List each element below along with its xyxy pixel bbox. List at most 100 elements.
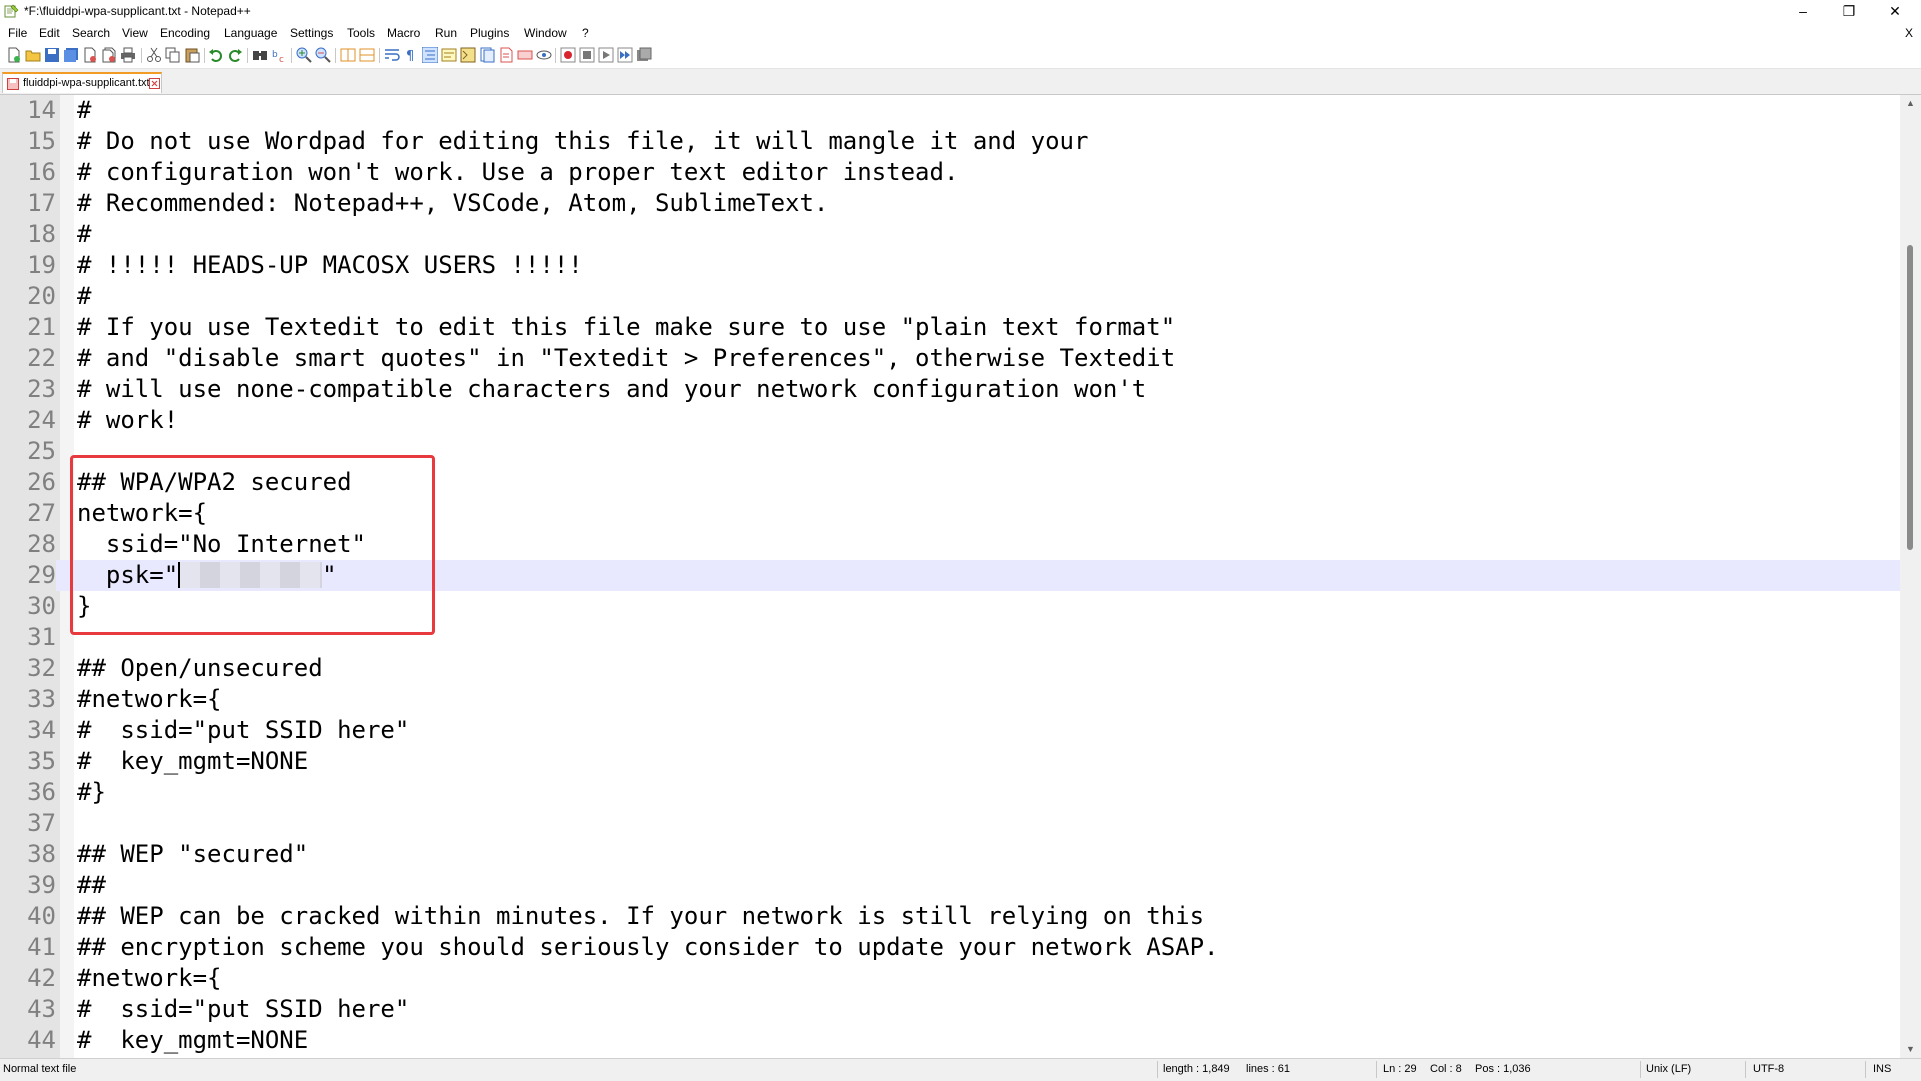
- code-line[interactable]: 42 #network={: [0, 963, 1900, 994]
- code-line[interactable]: 38 ## WEP "secured": [0, 839, 1900, 870]
- line-number: 18: [27, 220, 56, 248]
- print-icon[interactable]: [120, 47, 136, 63]
- save-all-icon[interactable]: [63, 47, 79, 63]
- run-macro-multiple-icon[interactable]: [617, 47, 633, 63]
- scrollbar-thumb[interactable]: [1907, 245, 1913, 550]
- save-icon[interactable]: [44, 47, 60, 63]
- code-line[interactable]: 36 #}: [0, 777, 1900, 808]
- code-line[interactable]: 19 # !!!!! HEADS-UP MACOSX USERS !!!!!: [0, 250, 1900, 281]
- line-text: # If you use Textedit to edit this file …: [77, 313, 1176, 341]
- menu-plugins[interactable]: Plugins: [470, 26, 509, 40]
- code-line[interactable]: 37: [0, 808, 1900, 839]
- monitoring-icon[interactable]: [517, 47, 533, 63]
- menu-run[interactable]: Run: [435, 26, 457, 40]
- line-number: 19: [27, 251, 56, 279]
- status-ln: Ln : 29: [1383, 1063, 1417, 1075]
- code-line[interactable]: 32 ## Open/unsecured: [0, 653, 1900, 684]
- undo-icon[interactable]: [208, 47, 224, 63]
- word-wrap-icon[interactable]: [384, 47, 400, 63]
- cut-icon[interactable]: [146, 47, 162, 63]
- code-line[interactable]: 35 # key_mgmt=NONE: [0, 746, 1900, 777]
- redo-icon[interactable]: [227, 47, 243, 63]
- new-file-icon[interactable]: [6, 47, 22, 63]
- menu-encoding[interactable]: Encoding: [160, 26, 210, 40]
- line-number: 15: [27, 127, 56, 155]
- line-number: 37: [27, 809, 56, 837]
- menu-file[interactable]: File: [8, 26, 27, 40]
- menu-search[interactable]: Search: [72, 26, 110, 40]
- close-file-icon[interactable]: [82, 47, 98, 63]
- tab-bar: fluiddpi-wpa-supplicant.txt: [0, 69, 1921, 95]
- status-separator: [1640, 1061, 1641, 1078]
- menu-window[interactable]: Window: [524, 26, 567, 40]
- tab-fluiddpi-wpa-supplicant[interactable]: fluiddpi-wpa-supplicant.txt: [2, 72, 162, 93]
- code-line[interactable]: 34 # ssid="put SSID here": [0, 715, 1900, 746]
- save-macro-icon[interactable]: [636, 47, 652, 63]
- user-defined-language-icon[interactable]: [441, 47, 457, 63]
- code-line[interactable]: 16 # configuration won't work. Use a prop…: [0, 157, 1900, 188]
- annotation-highlight-box: [70, 455, 435, 635]
- code-line[interactable]: 15 # Do not use Wordpad for editing this …: [0, 126, 1900, 157]
- play-macro-icon[interactable]: [598, 47, 614, 63]
- toolbar-separator: [204, 48, 205, 63]
- code-line[interactable]: 40 ## WEP can be cracked within minutes. …: [0, 901, 1900, 932]
- stop-macro-icon[interactable]: [579, 47, 595, 63]
- menu-tools[interactable]: Tools: [347, 26, 375, 40]
- code-line[interactable]: 22 # and "disable smart quotes" in "Texte…: [0, 343, 1900, 374]
- menu-language[interactable]: Language: [224, 26, 277, 40]
- zoom-in-icon[interactable]: [296, 47, 312, 63]
- code-line[interactable]: 43 # ssid="put SSID here": [0, 994, 1900, 1025]
- menu-macro[interactable]: Macro: [387, 26, 420, 40]
- show-all-characters-icon[interactable]: ¶: [403, 47, 419, 63]
- function-list-icon[interactable]: [479, 47, 495, 63]
- vertical-scrollbar[interactable]: ▲ ▼: [1900, 95, 1921, 1058]
- eye-icon[interactable]: [536, 47, 552, 63]
- folder-as-workspace-icon[interactable]: [498, 47, 514, 63]
- zoom-out-icon[interactable]: [315, 47, 331, 63]
- line-text: # configuration won't work. Use a proper…: [77, 158, 959, 186]
- status-length: length : 1,849: [1163, 1063, 1230, 1075]
- code-line[interactable]: 39 ##: [0, 870, 1900, 901]
- code-line[interactable]: 44 # key_mgmt=NONE: [0, 1025, 1900, 1056]
- line-text: ##: [77, 871, 106, 899]
- code-line[interactable]: 33 #network={: [0, 684, 1900, 715]
- paste-icon[interactable]: [184, 47, 200, 63]
- code-line[interactable]: 21 # If you use Textedit to edit this fil…: [0, 312, 1900, 343]
- scroll-up-arrow-icon[interactable]: ▲: [1900, 95, 1921, 112]
- code-line[interactable]: 18 #: [0, 219, 1900, 250]
- sync-horizontal-scroll-icon[interactable]: [359, 47, 375, 63]
- line-text: #}: [77, 778, 106, 806]
- editor-area[interactable]: 14 # 15 # Do not use Wordpad for editing t…: [0, 95, 1900, 1058]
- replace-icon[interactable]: bc: [271, 47, 287, 63]
- menu-help[interactable]: ?: [582, 26, 589, 40]
- scroll-down-arrow-icon[interactable]: ▼: [1900, 1041, 1921, 1058]
- close-all-icon[interactable]: [101, 47, 117, 63]
- status-pos: Pos : 1,036: [1475, 1063, 1531, 1075]
- line-text: # and "disable smart quotes" in "Textedi…: [77, 344, 1176, 372]
- menu-settings[interactable]: Settings: [290, 26, 333, 40]
- close-window-button[interactable]: ✕: [1872, 0, 1918, 22]
- sync-vertical-scroll-icon[interactable]: [340, 47, 356, 63]
- close-document-button[interactable]: X: [1905, 26, 1913, 40]
- code-line[interactable]: 14 #: [0, 95, 1900, 126]
- record-macro-icon[interactable]: [560, 47, 576, 63]
- code-line[interactable]: 20 #: [0, 281, 1900, 312]
- tab-close-icon[interactable]: [149, 78, 160, 89]
- line-text: # Recommended: Notepad++, VSCode, Atom, …: [77, 189, 829, 217]
- find-icon[interactable]: [252, 47, 268, 63]
- code-line[interactable]: 17 # Recommended: Notepad++, VSCode, Atom…: [0, 188, 1900, 219]
- copy-icon[interactable]: [165, 47, 181, 63]
- indent-guide-icon[interactable]: [422, 47, 438, 63]
- line-text: ## WEP "secured": [77, 840, 309, 868]
- open-file-icon[interactable]: [25, 47, 41, 63]
- line-number: 21: [27, 313, 56, 341]
- menu-edit[interactable]: Edit: [39, 26, 60, 40]
- line-number: 28: [27, 530, 56, 558]
- maximize-button[interactable]: ❐: [1826, 0, 1872, 22]
- code-line[interactable]: 23 # will use none-compatible characters …: [0, 374, 1900, 405]
- code-line[interactable]: 41 ## encryption scheme you should seriou…: [0, 932, 1900, 963]
- minimize-button[interactable]: –: [1780, 0, 1826, 22]
- document-map-icon[interactable]: [460, 47, 476, 63]
- code-line[interactable]: 24 # work!: [0, 405, 1900, 436]
- menu-view[interactable]: View: [122, 26, 148, 40]
